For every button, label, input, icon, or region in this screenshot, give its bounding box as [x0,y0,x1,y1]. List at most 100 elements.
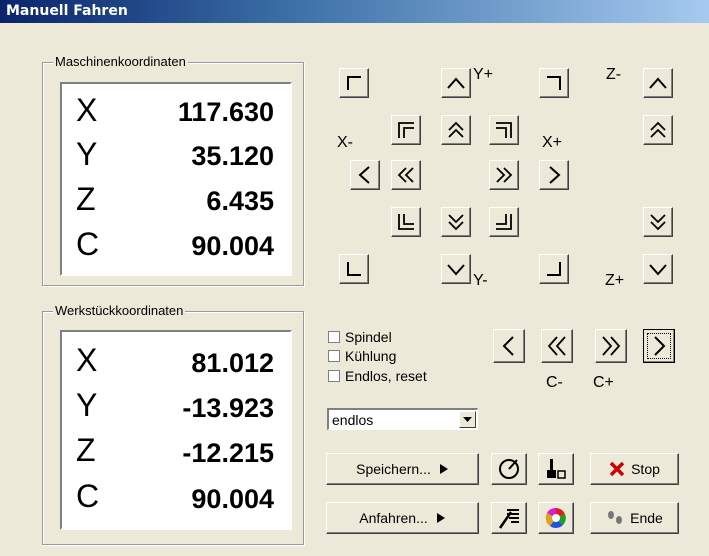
checkbox-box[interactable] [328,331,340,343]
tool-length-button[interactable] [538,453,574,485]
workpiece-coordinates-legend: Werkstückkoordinaten [53,303,186,318]
window-title: Manuell Fahren [6,3,128,19]
double-chevron-up-icon [650,121,666,138]
axis-label: X [76,92,98,128]
chevron-up-icon [447,77,465,89]
c-minus-label: C- [546,374,563,391]
jog-zplus-fast-button[interactable] [643,207,673,237]
anfahren-label: Anfahren... [359,510,428,526]
anfahren-button[interactable]: Anfahren... [326,502,479,534]
x-plus-label: X+ [542,134,563,151]
jog-yminus-fast-button[interactable] [441,207,471,237]
jog-xplus-fast-button[interactable] [489,160,519,190]
x-mark-icon [609,461,625,477]
axis-label: Y [76,136,98,172]
spindel-checkbox[interactable]: Spindel [328,329,392,345]
chevron-right-icon [549,166,561,184]
measure-button[interactable] [491,453,527,485]
workpiece-row-y: Y -13.923 [62,387,290,427]
jog-zminus-fast-button[interactable] [643,115,673,145]
corner-bottom-right-icon [547,262,561,276]
jog-xminus-button[interactable] [350,160,380,190]
jog-xplus-yminus-fast-button[interactable] [489,207,519,237]
title-bar: Manuell Fahren [0,0,709,23]
mode-select-value: endlos [332,412,374,428]
jog-xplus-button[interactable] [539,160,569,190]
jog-xminus-yminus-fast-button[interactable] [391,207,421,237]
double-chevron-left-icon [397,167,414,183]
machine-row-x: X 117.630 [62,92,290,132]
kuehlung-label: Kühlung [345,348,397,364]
ende-button[interactable]: Ende [590,502,679,534]
double-chevron-down-icon [650,214,666,231]
chevron-left-icon [358,166,370,184]
double-chevron-right-icon [496,167,513,183]
speichern-button[interactable]: Speichern... [326,453,479,485]
jog-xminus-yplus-button[interactable] [339,68,369,98]
mode-select[interactable]: endlos [327,408,478,430]
jog-cplus-button[interactable] [643,329,675,363]
z-minus-label: Z- [606,66,622,83]
machine-coordinates-display: X 117.630 Y 35.120 Z 6.435 C 90.004 [60,82,292,276]
coord-value: 81.012 [191,348,274,378]
double-corner-top-left-icon [398,122,414,138]
jog-yminus-button[interactable] [441,254,471,284]
axis-label: X [76,342,98,378]
triangle-right-icon [439,464,448,474]
axis-label: Z [76,432,96,468]
footsteps-icon [608,511,623,524]
stop-button[interactable]: Stop [590,453,679,485]
axis-label: C [76,226,100,262]
jog-yplus-fast-button[interactable] [441,115,471,145]
chevron-left-icon [502,336,514,356]
chevron-right-icon [654,336,666,356]
coord-value: 35.120 [191,141,274,171]
double-corner-top-right-icon [496,122,512,138]
c-plus-label: C+ [593,374,614,391]
workpiece-coordinates-display: X 81.012 Y -13.923 Z -12.215 C 90.004 [60,330,292,530]
z-plus-label: Z+ [605,272,625,289]
jog-zplus-button[interactable] [643,254,673,284]
gauge-icon [499,459,519,479]
jog-xplus-yplus-button[interactable] [539,68,569,98]
coord-value: -13.923 [182,393,274,423]
jog-xplus-yminus-button[interactable] [539,254,569,284]
axis-label: Y [76,387,98,423]
jog-cplus-fast-button[interactable] [595,329,627,363]
coord-value: 90.004 [191,484,274,514]
machine-row-z: Z 6.435 [62,181,290,221]
corner-top-left-icon [347,76,361,90]
endlos-reset-checkbox[interactable]: Endlos, reset [328,368,427,384]
x-minus-label: X- [337,134,353,151]
jog-yplus-button[interactable] [441,68,471,98]
jog-xplus-yplus-fast-button[interactable] [489,115,519,145]
color-settings-button[interactable] [538,502,574,534]
kuehlung-checkbox[interactable]: Kühlung [328,348,396,364]
y-minus-label: Y- [473,272,488,289]
corner-top-right-icon [547,76,561,90]
machine-row-y: Y 35.120 [62,136,290,176]
chevron-down-icon [447,264,465,276]
coord-value: 117.630 [177,97,274,127]
ende-label: Ende [630,510,663,526]
checkbox-box[interactable] [328,370,340,382]
jog-cminus-button[interactable] [493,329,525,363]
jog-xminus-yplus-fast-button[interactable] [391,115,421,145]
machine-coordinates-legend: Maschinenkoordinaten [53,54,188,69]
workpiece-row-z: Z -12.215 [62,432,290,472]
jog-zminus-button[interactable] [643,68,673,98]
jog-xminus-fast-button[interactable] [391,160,421,190]
jog-cminus-fast-button[interactable] [541,329,573,363]
workpiece-row-c: C 90.004 [62,478,290,518]
double-corner-bottom-right-icon [496,214,512,230]
axis-label: C [76,478,100,514]
program-list-button[interactable] [491,502,527,534]
machine-row-c: C 90.004 [62,226,290,266]
dropdown-arrow-icon[interactable] [459,411,476,428]
double-chevron-up-icon [448,121,464,138]
spindel-label: Spindel [345,329,392,345]
checkbox-box[interactable] [328,350,340,362]
coord-value: 6.435 [206,186,274,216]
jog-xminus-yminus-button[interactable] [339,254,369,284]
endlos-reset-label: Endlos, reset [345,368,427,384]
